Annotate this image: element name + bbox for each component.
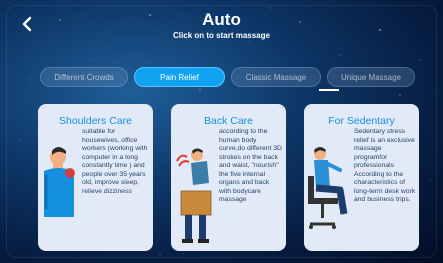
card-title: Back Care [203,115,254,127]
card-title: Shoulders Care [59,115,132,127]
tab-unique-massage[interactable]: Unique Massage [327,67,415,87]
tab-pain-relief[interactable]: Pain Relief [134,67,225,87]
tab-different-crowds[interactable]: Different Crowds [40,67,128,87]
card-description: suitable for housewives, office workers … [82,128,148,195]
program-card-sedentary[interactable]: For Sedentary Sedentary stress relief is… [304,104,419,251]
page-subtitle: Click on to start massage [173,31,270,40]
sedentary-chair-figure-icon [308,147,348,229]
tab-underline [319,89,339,91]
program-card-back[interactable]: Back Care according to the human body cu… [171,104,286,251]
card-title: For Sedentary [328,115,395,127]
card-description: according to the human body curve,do dif… [219,128,282,203]
shoulder-pain-figure-icon [44,147,75,217]
card-description: Sedentary stress relief is an exclusive … [354,128,416,203]
program-card-shoulders[interactable]: Shoulders Care suitable for housewives, … [38,104,153,251]
back-pain-figure-icon [176,148,212,243]
page-title: Auto [202,10,241,29]
tab-classic-massage[interactable]: Classic Massage [231,67,321,87]
